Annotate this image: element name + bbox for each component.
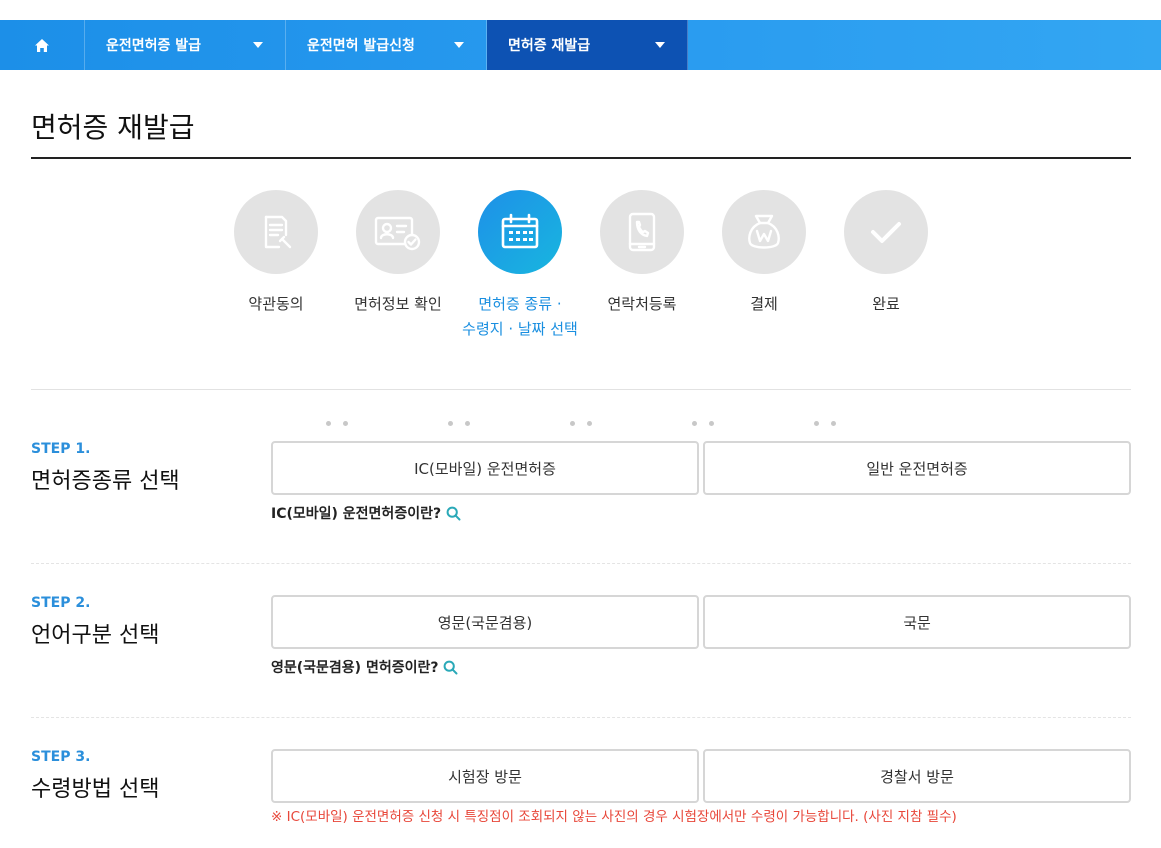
step-payment: 결제	[694, 190, 834, 317]
option-english-korean[interactable]: 영문(국문겸용)	[271, 595, 699, 649]
help-link-text: IC(모바일) 운전면허증이란?	[271, 503, 441, 523]
step-circle	[234, 190, 318, 274]
checkmark-icon	[866, 212, 906, 252]
step-circle	[844, 190, 928, 274]
help-link-ic-license[interactable]: IC(모바일) 운전면허증이란?	[271, 503, 461, 523]
nav-item-label: 운전면허 발급신청	[307, 35, 415, 55]
step-label-line: 면허증 종류 ·	[478, 295, 561, 313]
section-license-type: STEP 1. 면허증종류 선택 IC(모바일) 운전면허증 일반 운전면허증 …	[31, 441, 1131, 531]
step-connector	[570, 421, 592, 426]
section-divider	[31, 389, 1131, 390]
step-complete: 완료	[816, 190, 956, 317]
search-icon	[443, 660, 458, 675]
phone-icon	[624, 211, 660, 253]
step-type-select: 면허증 종류 · 수령지 · 날짜 선택	[450, 190, 590, 342]
step-tag: STEP 2.	[31, 595, 90, 611]
progress-stepper: 약관동의 면허정보 확인 면허증 종류 ·	[0, 190, 1161, 350]
step-connector	[692, 421, 714, 426]
receipt-notice: ※ IC(모바일) 운전면허증 신청 시 특징점이 조회되지 않는 사진의 경우…	[271, 805, 957, 825]
section-divider	[31, 563, 1131, 564]
help-link-text: 영문(국문겸용) 면허증이란?	[271, 657, 438, 677]
page-title: 면허증 재발급	[31, 106, 194, 146]
section-language: STEP 2. 언어구분 선택 영문(국문겸용) 국문 영문(국문겸용) 면허증…	[31, 595, 1131, 685]
document-pen-icon	[255, 211, 297, 253]
search-icon	[446, 506, 461, 521]
top-navigation: 운전면허증 발급 운전면허 발급신청 면허증 재발급	[0, 20, 1161, 70]
step-tag: STEP 3.	[31, 749, 90, 765]
money-bag-icon	[744, 211, 784, 253]
option-ic-mobile-license[interactable]: IC(모바일) 운전면허증	[271, 441, 699, 495]
id-card-check-icon	[373, 212, 423, 252]
step-label: 약관동의	[206, 292, 346, 317]
step-connector	[814, 421, 836, 426]
step-terms: 약관동의	[206, 190, 346, 317]
option-general-license[interactable]: 일반 운전면허증	[703, 441, 1131, 495]
nav-item-license-application[interactable]: 운전면허 발급신청	[286, 20, 487, 70]
step-connector	[448, 421, 470, 426]
nav-item-license-issue[interactable]: 운전면허증 발급	[85, 20, 286, 70]
option-test-center-visit[interactable]: 시험장 방문	[271, 749, 699, 803]
step-label-line: 수령지 · 날짜 선택	[462, 320, 578, 338]
section-title: 수령방법 선택	[31, 771, 159, 803]
home-icon	[34, 38, 50, 53]
title-divider	[31, 157, 1131, 159]
step-label: 면허증 종류 · 수령지 · 날짜 선택	[450, 292, 590, 342]
section-divider	[31, 717, 1131, 718]
nav-item-label: 면허증 재발급	[508, 35, 590, 55]
caret-down-icon	[454, 42, 464, 48]
step-circle	[356, 190, 440, 274]
option-korean[interactable]: 국문	[703, 595, 1131, 649]
nav-item-label: 운전면허증 발급	[106, 35, 201, 55]
step-label: 면허정보 확인	[328, 292, 468, 317]
help-link-english-license[interactable]: 영문(국문겸용) 면허증이란?	[271, 657, 458, 677]
step-circle	[478, 190, 562, 274]
step-label: 연락처등록	[572, 292, 712, 317]
nav-home-button[interactable]	[0, 20, 85, 70]
section-title: 언어구분 선택	[31, 617, 159, 649]
step-circle	[600, 190, 684, 274]
caret-down-icon	[655, 42, 665, 48]
step-license-info: 면허정보 확인	[328, 190, 468, 317]
section-title: 면허증종류 선택	[31, 463, 180, 495]
step-connector	[326, 421, 348, 426]
caret-down-icon	[253, 42, 263, 48]
calendar-icon	[499, 211, 541, 253]
step-contact: 연락처등록	[572, 190, 712, 317]
step-label: 결제	[694, 292, 834, 317]
step-circle	[722, 190, 806, 274]
step-tag: STEP 1.	[31, 441, 90, 457]
section-receipt-method: STEP 3. 수령방법 선택 시험장 방문 경찰서 방문 ※ IC(모바일) …	[31, 749, 1131, 839]
step-label: 완료	[816, 292, 956, 317]
option-police-station-visit[interactable]: 경찰서 방문	[703, 749, 1131, 803]
nav-item-reissue[interactable]: 면허증 재발급	[487, 20, 688, 70]
